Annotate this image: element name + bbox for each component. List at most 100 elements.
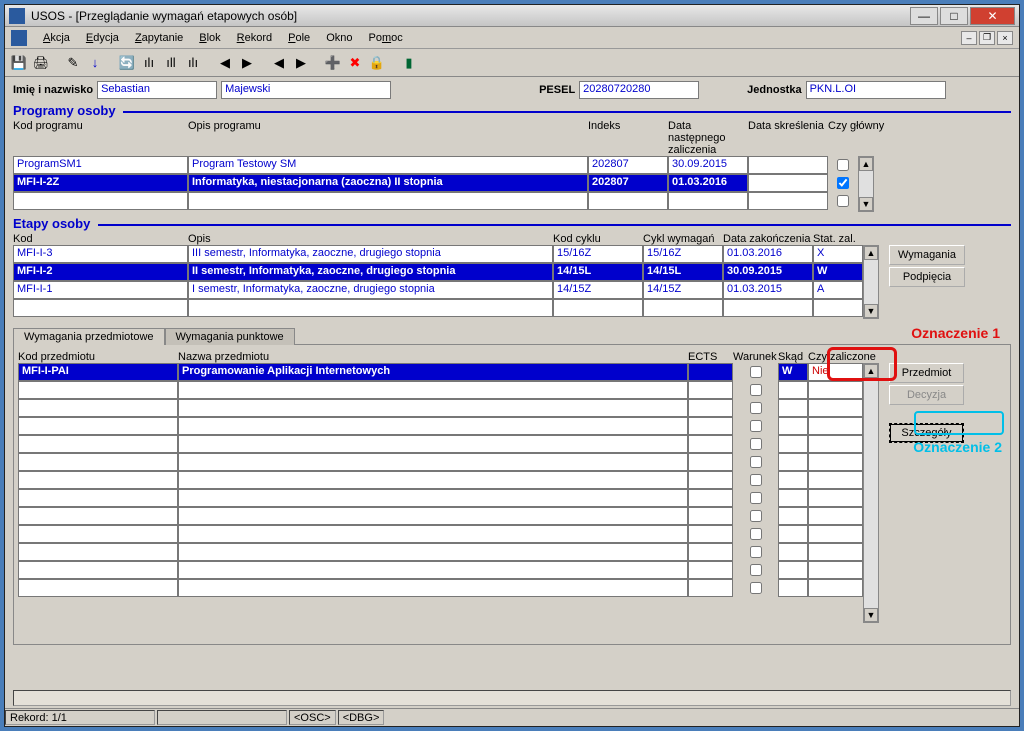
- bars3-icon[interactable]: ılı: [183, 53, 203, 73]
- warunek-checkbox[interactable]: [750, 420, 762, 432]
- wymagania-row[interactable]: MFI-I-PAIProgramowanie Aplikacji Interne…: [18, 363, 863, 381]
- scroll-down-icon[interactable]: ▼: [859, 197, 873, 211]
- wymagania-row[interactable]: [18, 507, 863, 525]
- warunek-checkbox[interactable]: [750, 366, 762, 378]
- tab-wymagania-punktowe[interactable]: Wymagania punktowe: [165, 328, 295, 345]
- wymagania-row[interactable]: [18, 561, 863, 579]
- warunek-checkbox[interactable]: [750, 456, 762, 468]
- mdi-restore-button[interactable]: ❐: [979, 31, 995, 45]
- bars1-icon[interactable]: ılı: [139, 53, 159, 73]
- hdr-opis-programu: Opis programu: [188, 120, 588, 156]
- warunek-checkbox[interactable]: [750, 510, 762, 522]
- unit-field[interactable]: PKN.L.OI: [806, 81, 946, 99]
- minimize-button[interactable]: ―: [910, 7, 938, 25]
- menu-blok[interactable]: Blok: [191, 30, 228, 46]
- menu-bar: Akcja Edycja Zapytanie Blok Rekord Pole …: [5, 27, 1019, 49]
- warunek-checkbox[interactable]: [750, 582, 762, 594]
- scroll-up-icon[interactable]: ▲: [864, 246, 878, 260]
- programy-row[interactable]: [13, 192, 858, 210]
- first-name-field[interactable]: Sebastian: [97, 81, 217, 99]
- scroll-up-icon[interactable]: ▲: [859, 157, 873, 171]
- warunek-checkbox[interactable]: [750, 438, 762, 450]
- wymagania-button[interactable]: Wymagania: [889, 245, 965, 265]
- hdr-opis: Opis: [188, 233, 553, 245]
- lock-icon[interactable]: 🔒: [367, 53, 387, 73]
- czy-glowny-checkbox[interactable]: [837, 177, 849, 189]
- warunek-checkbox[interactable]: [750, 528, 762, 540]
- menu-okno[interactable]: Okno: [318, 30, 360, 46]
- warunek-checkbox[interactable]: [750, 402, 762, 414]
- etapy-row[interactable]: MFI-I-1I semestr, Informatyka, zaoczne, …: [13, 281, 863, 299]
- down-icon[interactable]: ↓: [85, 53, 105, 73]
- edit-icon[interactable]: ✎: [63, 53, 83, 73]
- refresh-icon[interactable]: 🔄: [117, 53, 137, 73]
- warunek-checkbox[interactable]: [750, 384, 762, 396]
- wymagania-row[interactable]: [18, 471, 863, 489]
- prev2-icon[interactable]: ◀: [269, 53, 289, 73]
- wymagania-row[interactable]: [18, 381, 863, 399]
- menu-zapytanie[interactable]: Zapytanie: [127, 30, 191, 46]
- mdi-icon: [11, 30, 27, 46]
- programy-scrollbar[interactable]: ▲ ▼: [858, 156, 874, 212]
- czy-glowny-checkbox[interactable]: [837, 159, 849, 171]
- wymagania-row[interactable]: [18, 525, 863, 543]
- etapy-row[interactable]: MFI-I-3III semestr, Informatyka, zaoczne…: [13, 245, 863, 263]
- warunek-checkbox[interactable]: [750, 564, 762, 576]
- decyzja-button[interactable]: Decyzja: [889, 385, 964, 405]
- hdr-data-nz: Data następnego zaliczenia: [668, 120, 748, 156]
- tab-wymagania-przedmiotowe[interactable]: Wymagania przedmiotowe: [13, 328, 165, 345]
- next2-icon[interactable]: ▶: [291, 53, 311, 73]
- mdi-minimize-button[interactable]: –: [961, 31, 977, 45]
- warunek-checkbox[interactable]: [750, 474, 762, 486]
- etapy-row[interactable]: [13, 299, 863, 317]
- label-name: Imię i nazwisko: [13, 84, 93, 96]
- delete-icon[interactable]: ✖: [345, 53, 365, 73]
- warunek-checkbox[interactable]: [750, 546, 762, 558]
- tab-strip: Wymagania przedmiotowe Wymagania punktow…: [13, 327, 1011, 345]
- warunek-checkbox[interactable]: [750, 492, 762, 504]
- wymagania-row[interactable]: [18, 435, 863, 453]
- maximize-button[interactable]: □: [940, 7, 968, 25]
- hdr-kod-programu: Kod programu: [13, 120, 188, 156]
- hdr-kod: Kod: [13, 233, 188, 245]
- menu-pomoc[interactable]: Pomoc: [360, 30, 410, 46]
- save-icon[interactable]: 💾: [9, 53, 29, 73]
- wymagania-row[interactable]: [18, 417, 863, 435]
- bars2-icon[interactable]: ıll: [161, 53, 181, 73]
- menu-edycja[interactable]: Edycja: [78, 30, 127, 46]
- last-name-field[interactable]: Majewski: [221, 81, 391, 99]
- etapy-row[interactable]: MFI-I-2II semestr, Informatyka, zaoczne,…: [13, 263, 863, 281]
- czy-glowny-checkbox[interactable]: [837, 195, 849, 207]
- mdi-close-button[interactable]: ×: [997, 31, 1013, 45]
- label-unit: Jednostka: [747, 84, 801, 96]
- etapy-scrollbar[interactable]: ▲ ▼: [863, 245, 879, 319]
- programy-row[interactable]: MFI-I-2ZInformatyka, niestacjonarna (zao…: [13, 174, 858, 192]
- wymagania-scrollbar[interactable]: ▲ ▼: [863, 363, 879, 623]
- prev-icon[interactable]: ◀: [215, 53, 235, 73]
- menu-akcja[interactable]: Akcja: [35, 30, 78, 46]
- close-button[interactable]: ✕: [970, 7, 1015, 25]
- scroll-up-icon[interactable]: ▲: [864, 364, 878, 378]
- exit-icon[interactable]: ▮: [399, 53, 419, 73]
- status-record: Rekord: 1/1: [5, 710, 155, 725]
- wymagania-row[interactable]: [18, 453, 863, 471]
- podpiecia-button[interactable]: Podpięcia: [889, 267, 965, 287]
- pesel-field[interactable]: 20280720280: [579, 81, 699, 99]
- programy-row[interactable]: ProgramSM1Program Testowy SM20280730.09.…: [13, 156, 858, 174]
- menu-rekord[interactable]: Rekord: [229, 30, 280, 46]
- wymagania-row[interactable]: [18, 399, 863, 417]
- scroll-down-icon[interactable]: ▼: [864, 304, 878, 318]
- wymagania-row[interactable]: [18, 489, 863, 507]
- print-icon[interactable]: 🖨: [31, 53, 51, 73]
- next-icon[interactable]: ▶: [237, 53, 257, 73]
- title-bar: USOS - [Przeglądanie wymagań etapowych o…: [5, 5, 1019, 27]
- wymagania-row[interactable]: [18, 579, 863, 597]
- add-icon[interactable]: ➕: [323, 53, 343, 73]
- menu-pole[interactable]: Pole: [280, 30, 318, 46]
- wymagania-row[interactable]: [18, 543, 863, 561]
- hdr-indeks: Indeks: [588, 120, 668, 156]
- hdr-skad: Skąd: [778, 351, 808, 363]
- przedmiot-button[interactable]: Przedmiot: [889, 363, 964, 383]
- status-empty: [157, 710, 287, 725]
- scroll-down-icon[interactable]: ▼: [864, 608, 878, 622]
